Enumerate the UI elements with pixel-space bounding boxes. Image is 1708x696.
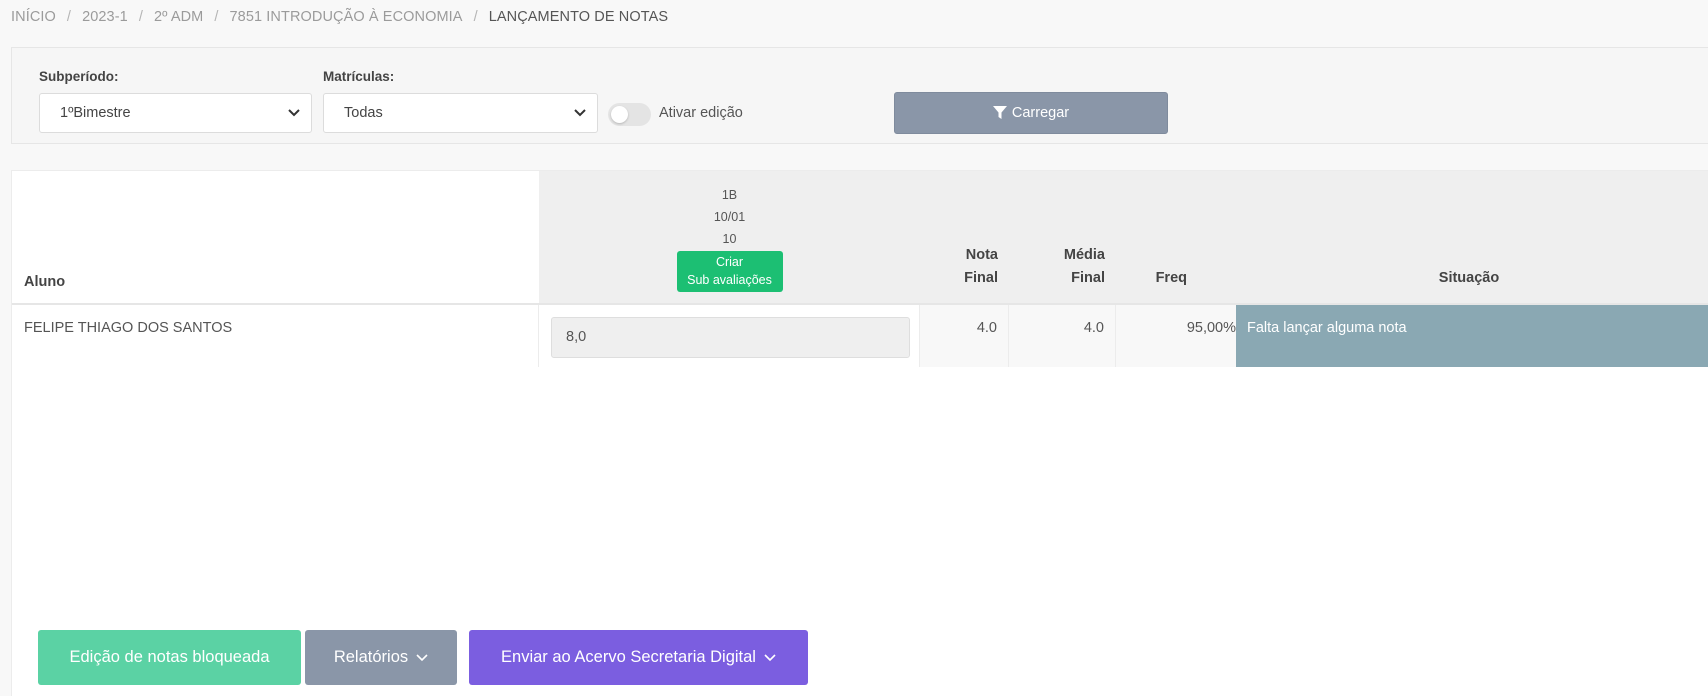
criar-label-line2: Sub avaliações: [687, 273, 772, 287]
header-situacao-label: Situação: [1438, 270, 1500, 286]
breadcrumb-current: LANÇAMENTO DE NOTAS: [488, 9, 669, 25]
filter-panel: Subperíodo: 1ºBimestre Matrículas: Todas…: [11, 47, 1708, 144]
cell-avaliacao: 8,0: [539, 305, 920, 367]
ativar-edicao-toggle[interactable]: [608, 103, 651, 126]
carregar-button[interactable]: Carregar: [894, 92, 1168, 134]
matriculas-select[interactable]: Todas: [323, 93, 598, 133]
header-freq-label: Freq: [1155, 270, 1187, 286]
relatorios-label: Relatórios: [333, 648, 409, 666]
table-row: FELIPE THIAGO DOS SANTOS 8,0 4.0 4.0 95,…: [12, 305, 1708, 367]
filter-icon: [992, 106, 1007, 119]
relatorios-button[interactable]: Relatórios: [305, 630, 457, 685]
enviar-acervo-button[interactable]: Enviar ao Acervo Secretaria Digital: [469, 630, 808, 685]
avaliacao-date: 10/01: [713, 210, 746, 224]
breadcrumb-course[interactable]: 7851 INTRODUÇÃO À ECONOMIA: [230, 9, 463, 25]
breadcrumb-separator: /: [66, 9, 72, 25]
header-nota-line2: Final: [964, 270, 998, 286]
header-avaliacao: 1B 10/01 10 Criar Sub avaliações: [539, 171, 920, 304]
breadcrumb-separator: /: [473, 9, 478, 25]
cell-nota-final: 4.0: [920, 305, 1009, 367]
header-media-line2: Final: [1071, 270, 1105, 286]
header-aluno-label: Aluno: [24, 274, 66, 290]
grades-table: Aluno 1B 10/01 10 Criar Sub avaliações N…: [11, 170, 1708, 696]
header-media-final[interactable]: Média Final: [1009, 171, 1116, 304]
carregar-label: Carregar: [1011, 105, 1070, 121]
criar-label-line1: Criar: [715, 255, 744, 269]
chevron-down-icon: [574, 109, 586, 117]
grade-input[interactable]: 8,0: [551, 317, 910, 358]
matriculas-value: Todas: [344, 105, 383, 121]
edicao-bloqueada-label: Edição de notas bloqueada: [69, 648, 270, 666]
chevron-down-icon: [416, 653, 428, 661]
breadcrumb-period[interactable]: 2023-1: [82, 9, 128, 25]
header-situacao[interactable]: Situação: [1229, 171, 1708, 304]
edicao-bloqueada-button[interactable]: Edição de notas bloqueada: [38, 630, 301, 685]
header-nota-final[interactable]: Nota Final: [920, 171, 1009, 304]
avaliacao-code: 1B: [721, 188, 738, 202]
subperiodo-value: 1ºBimestre: [60, 105, 131, 121]
header-media-line1: Média: [1063, 247, 1105, 263]
breadcrumb: INÍCIO / 2023-1 / 2º ADM / 7851 INTRODUÇ…: [11, 9, 668, 25]
breadcrumb-separator: /: [214, 9, 219, 25]
action-bar: Edição de notas bloqueada Relatórios Env…: [38, 630, 808, 685]
header-aluno[interactable]: Aluno: [12, 171, 539, 304]
enviar-acervo-label: Enviar ao Acervo Secretaria Digital: [501, 648, 756, 666]
breadcrumb-home[interactable]: INÍCIO: [11, 9, 56, 25]
cell-situacao: Falta lançar alguma nota: [1236, 305, 1708, 367]
subperiodo-label: Subperíodo:: [39, 69, 119, 84]
avaliacao-max: 10: [722, 232, 737, 246]
matriculas-label: Matrículas:: [323, 69, 395, 84]
header-freq[interactable]: Freq: [1116, 171, 1229, 304]
subperiodo-select[interactable]: 1ºBimestre: [39, 93, 312, 133]
chevron-down-icon: [764, 653, 776, 661]
breadcrumb-separator: /: [138, 9, 143, 25]
cell-aluno: FELIPE THIAGO DOS SANTOS: [12, 305, 539, 367]
cell-freq: 95,00%: [1116, 305, 1238, 367]
criar-sub-avaliacoes-button[interactable]: Criar Sub avaliações: [676, 251, 783, 292]
cell-media-final: 4.0: [1009, 305, 1116, 367]
chevron-down-icon: [288, 109, 300, 117]
header-nota-line1: Nota: [965, 247, 998, 263]
breadcrumb-class[interactable]: 2º ADM: [154, 9, 203, 25]
toggle-knob: [611, 106, 628, 123]
ativar-edicao-label: Ativar edição: [659, 105, 743, 121]
